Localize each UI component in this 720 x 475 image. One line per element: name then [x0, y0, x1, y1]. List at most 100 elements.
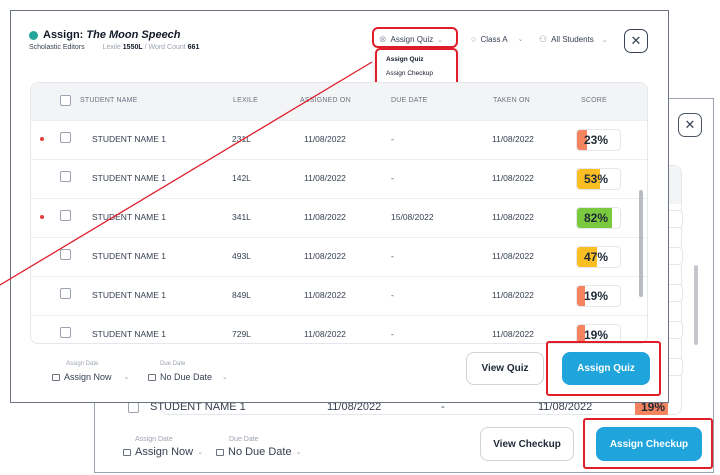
assign-date-select[interactable]: Assign Now ⌄	[123, 446, 203, 458]
close-icon[interactable]: ✕	[624, 29, 648, 53]
due-date-label: Due Date	[229, 436, 259, 443]
menu-item-assign-quiz[interactable]: Assign Quiz	[386, 56, 424, 63]
col-taken-on[interactable]: TAKEN ON	[493, 97, 530, 104]
select-all-checkbox[interactable]	[60, 95, 71, 106]
flag-dot-icon	[40, 215, 44, 219]
table-row[interactable]: STUDENT NAME 1 142L 11/08/2022 - 11/08/2022 5…	[31, 159, 647, 198]
page-title: Assign: The Moon Speech	[43, 29, 181, 41]
status-dot-icon	[29, 31, 38, 40]
score-value: 53%	[584, 172, 609, 186]
student-table: STUDENT NAME LEXILE ASSIGNED ON DUE DATE…	[30, 82, 648, 344]
table-row[interactable]: STUDENT NAME 1 849L 11/08/2022 - 11/08/2022 1…	[31, 276, 647, 315]
due-date-select[interactable]: No Due Date ⌄	[148, 372, 228, 382]
cell-due-date: -	[391, 290, 394, 300]
row-checkbox[interactable]	[60, 288, 71, 299]
row-checkbox[interactable]	[60, 132, 71, 143]
cell-taken-on: 11/08/2022	[492, 212, 534, 222]
due-date-select[interactable]: No Due Date ⌄	[216, 446, 301, 458]
assign-date-value: Assign Now	[135, 446, 194, 458]
word-count-label: / Word Count	[142, 44, 188, 51]
chevron-down-icon: ⌄	[123, 374, 130, 381]
row-checkbox[interactable]	[60, 210, 71, 221]
close-icon[interactable]: ✕	[678, 113, 702, 137]
chevron-down-icon: ⌄	[601, 36, 608, 44]
calendar-icon	[216, 448, 224, 456]
lexile-label: Lexile	[102, 44, 123, 51]
row-checkbox[interactable]	[128, 402, 139, 413]
cell-name: STUDENT NAME 1	[92, 251, 166, 261]
assign-date-label: Assign Date	[135, 436, 173, 443]
row-checkbox[interactable]	[60, 171, 71, 182]
highlight-box	[583, 418, 713, 469]
class-value: Class A	[480, 34, 508, 44]
background-scrollbar[interactable]	[694, 265, 698, 345]
cell-assigned-on: 11/08/2022	[304, 251, 346, 261]
highlight-box	[546, 341, 661, 396]
students-select[interactable]: ⚇ All Students ⌄	[539, 34, 608, 45]
title-name: The Moon Speech	[86, 29, 181, 41]
col-assigned-on[interactable]: ASSIGNED ON	[300, 97, 351, 104]
word-count-value: 661	[187, 44, 200, 51]
assign-date-select[interactable]: Assign Now ⌄	[52, 372, 129, 382]
due-date-value: No Due Date	[228, 446, 292, 458]
cell-taken-on: 11/08/2022	[492, 290, 534, 300]
cell-lexile: 231L	[232, 134, 251, 144]
cell-name: STUDENT NAME 1	[92, 134, 166, 144]
cell-due-date: 15/08/2022	[391, 212, 434, 222]
cell-assigned-on: 11/08/2022	[304, 134, 346, 144]
chevron-down-icon: ⌄	[295, 449, 302, 456]
col-student-name[interactable]: STUDENT NAME	[80, 97, 138, 104]
row-checkbox[interactable]	[60, 327, 71, 338]
menu-item-assign-checkup[interactable]: Assign Checkup	[386, 70, 433, 77]
cell-lexile: 341L	[232, 212, 251, 222]
cell-name: STUDENT NAME 1	[92, 329, 166, 339]
view-quiz-button[interactable]: View Quiz	[466, 352, 544, 385]
students-value: All Students	[551, 35, 594, 44]
chevron-down-icon: ⌄	[517, 36, 524, 43]
calendar-icon	[123, 448, 131, 456]
table-row[interactable]: STUDENT NAME 1 493L 11/08/2022 - 11/08/2022 4…	[31, 237, 647, 276]
table-row[interactable]: STUDENT NAME 1 231L 11/08/2022 - 11/08/2022 2…	[31, 120, 647, 159]
view-checkup-button[interactable]: View Checkup	[480, 427, 574, 461]
cell-assigned-on: 11/08/2022	[304, 329, 346, 339]
class-select[interactable]: ○ Class A ⌄	[471, 34, 523, 44]
chevron-down-icon: ⌄	[197, 449, 203, 456]
cell-assigned-on: 11/08/2022	[304, 173, 346, 183]
cell-taken-on: 11/08/2022	[492, 173, 534, 183]
score-value: 23%	[584, 133, 609, 147]
table-scrollbar[interactable]	[639, 190, 643, 297]
calendar-icon	[148, 373, 156, 381]
table-row[interactable]: STUDENT NAME 1 729L 11/08/2022 - 11/08/2022 1…	[31, 315, 647, 343]
score-value: 47%	[584, 250, 609, 264]
cell-assigned-on: 11/08/2022	[304, 212, 346, 222]
cell-name: STUDENT NAME 1	[92, 212, 166, 222]
col-due-date[interactable]: DUE DATE	[391, 97, 427, 104]
title-prefix: Assign:	[43, 29, 87, 41]
due-date-value: No Due Date	[160, 372, 213, 382]
cell-due-date: -	[391, 329, 394, 339]
publisher: Scholastic Editors	[29, 44, 85, 51]
chevron-down-icon: ⌄	[222, 374, 228, 381]
highlight-box	[372, 27, 458, 48]
row-checkbox[interactable]	[60, 249, 71, 260]
score-badge: 19%	[576, 285, 621, 307]
score-badge: 82%	[576, 207, 621, 229]
due-date-label: Due Date	[160, 361, 186, 367]
cell-due-date: -	[391, 173, 394, 183]
class-icon: ○	[471, 34, 477, 44]
col-lexile[interactable]: LEXILE	[233, 97, 258, 104]
book-meta: Scholastic Editors Lexile 1550L / Word C…	[29, 44, 199, 51]
calendar-icon	[52, 373, 60, 381]
table-row[interactable]: STUDENT NAME 1 341L 11/08/2022 15/08/2022 11…	[31, 198, 647, 237]
cell-due-date: -	[391, 251, 394, 261]
cell-lexile: 493L	[232, 251, 251, 261]
assign-date-label: Assign Date	[66, 361, 99, 367]
cell-taken-on: 11/08/2022	[492, 251, 534, 261]
cell-due-date: -	[391, 134, 394, 144]
cell-lexile: 849L	[232, 290, 251, 300]
cell-name: STUDENT NAME 1	[92, 173, 166, 183]
score-badge: 47%	[576, 246, 621, 268]
cell-lexile: 729L	[232, 329, 251, 339]
col-score[interactable]: SCORE	[581, 97, 607, 104]
score-value: 19%	[584, 289, 609, 303]
